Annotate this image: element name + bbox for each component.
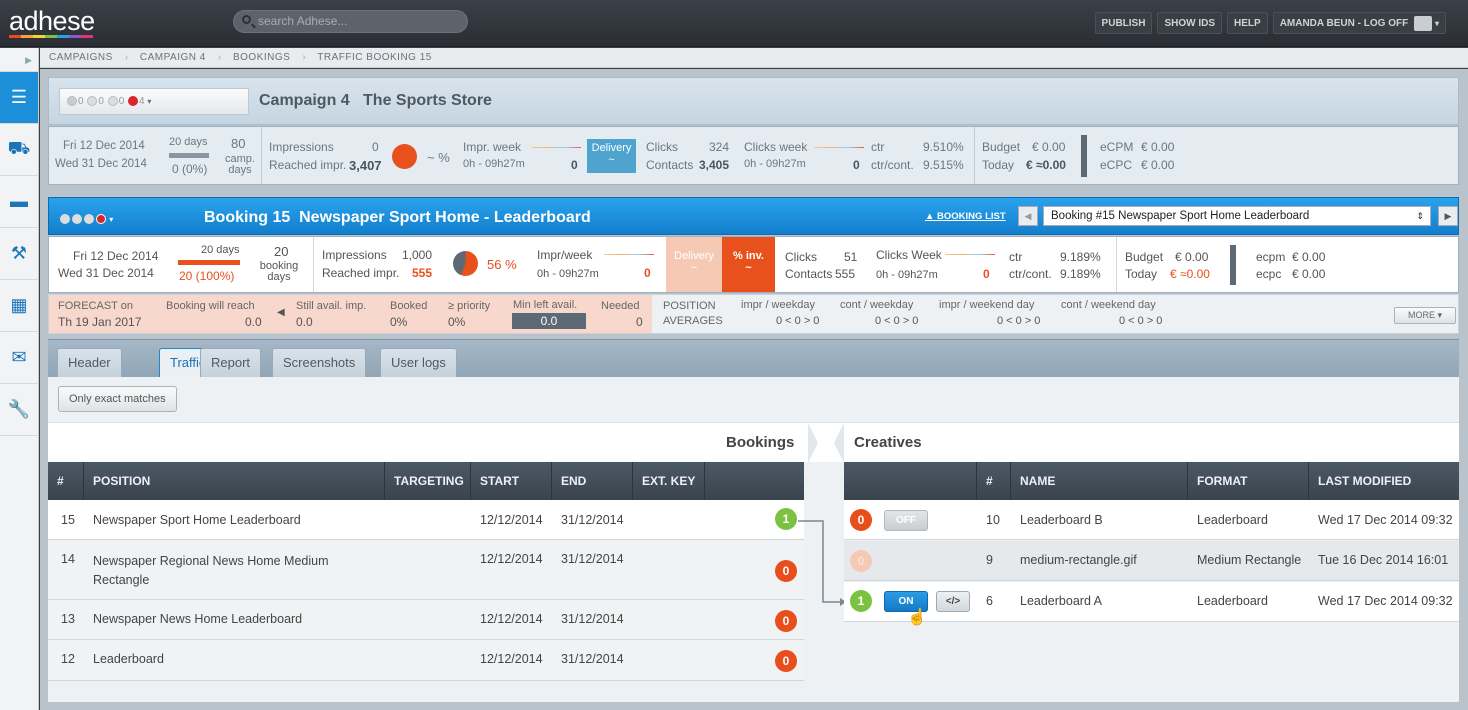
- breadcrumb-campaign[interactable]: CAMPAIGN 4: [140, 52, 206, 63]
- booking-header: ▾ Booking 15 Newspaper Sport Home - Lead…: [48, 197, 1459, 235]
- bookings-section-title: Bookings: [726, 434, 795, 451]
- match-count-badge[interactable]: 0: [775, 610, 797, 632]
- logo-color-bar: [9, 35, 93, 38]
- more-button[interactable]: MORE ▾: [1394, 307, 1456, 324]
- sidebar-item-advertisers[interactable]: ▬: [0, 176, 38, 228]
- booking-status-dropdown[interactable]: ▾: [59, 211, 113, 225]
- section-headers: Bookings Creatives: [48, 422, 1459, 463]
- list-icon: ☰: [10, 87, 28, 107]
- table-row[interactable]: 0 9 medium-rectangle.gif Medium Rectangl…: [844, 541, 1459, 581]
- breadcrumb: CAMPAIGNS › CAMPAIGN 4 › BOOKINGS › TRAFFIC…: [40, 48, 1468, 68]
- briefcase-icon: ▬: [10, 191, 28, 211]
- breadcrumb-campaigns[interactable]: CAMPAIGNS: [49, 52, 113, 63]
- creatives-table-header: # NAME FORMAT LAST MODIFIED: [844, 462, 1459, 500]
- tab-screenshots[interactable]: Screenshots: [272, 348, 367, 378]
- avatar: [1414, 15, 1433, 31]
- tab-report[interactable]: Report: [200, 348, 262, 378]
- adhese-logo[interactable]: adhese: [9, 6, 95, 37]
- prev-booking-button[interactable]: ◀: [1018, 206, 1038, 226]
- next-booking-button[interactable]: ▶: [1438, 206, 1458, 226]
- campaign-delivery-box: Delivery ~: [587, 139, 636, 173]
- hand-cursor-icon: ☝: [907, 609, 927, 626]
- usage-count-badge[interactable]: 1: [850, 590, 872, 612]
- truck-icon: ⛟: [7, 137, 31, 158]
- sidebar-item-messages[interactable]: ✉: [0, 332, 38, 384]
- booking-stats: Fri 12 Dec 2014 Wed 31 Dec 2014 20 days …: [48, 236, 1459, 293]
- campaign-stats: Fri 12 Dec 2014 Wed 31 Dec 2014 20 days …: [48, 126, 1459, 185]
- wrench-icon: 🔧: [7, 399, 31, 419]
- table-row[interactable]: 12 Leaderboard 12/12/2014 31/12/2014 0: [48, 641, 804, 681]
- creatives-section-title: Creatives: [854, 434, 922, 451]
- match-count-badge[interactable]: 0: [775, 560, 797, 582]
- crane-icon: ⚒: [10, 243, 28, 263]
- publish-button[interactable]: PUBLISH: [1094, 12, 1153, 34]
- sidebar: ▶ ☰ ⛟ ▬ ⚒ ▦ ✉ 🔧: [0, 48, 39, 710]
- booking-pct-pie: [453, 251, 478, 276]
- booking-delivery-box: Delivery ~: [666, 237, 722, 292]
- search-icon: [242, 15, 251, 24]
- campaign-header: 0 0 0 4 ▾ Campaign 4 The Sports Store: [48, 77, 1459, 125]
- top-bar: adhese search Adhese... PUBLISH SHOW IDS…: [0, 0, 1468, 47]
- code-icon[interactable]: </>: [936, 591, 970, 612]
- search-input[interactable]: search Adhese...: [233, 10, 468, 33]
- sidebar-item-campaigns[interactable]: ☰: [0, 72, 38, 124]
- booking-title: Booking 15 Newspaper Sport Home - Leader…: [204, 209, 591, 226]
- sidebar-toggle-icon[interactable]: ▶: [0, 48, 38, 72]
- campaign-status-dropdown[interactable]: 0 0 0 4 ▾: [59, 88, 249, 115]
- help-button[interactable]: HELP: [1227, 12, 1268, 34]
- main-area: 0 0 0 4 ▾ Campaign 4 The Sports Store Fr…: [40, 69, 1468, 710]
- mail-icon: ✉: [11, 347, 27, 367]
- user-menu[interactable]: AMANDA BEUN - LOG OFF ▾: [1272, 12, 1446, 34]
- min-left-value: 0.0: [512, 313, 586, 329]
- traffic-panel: Only exact matches Bookings Creatives # …: [48, 377, 1459, 702]
- usage-count-badge[interactable]: 0: [850, 550, 872, 572]
- tab-header[interactable]: Header: [57, 348, 122, 378]
- sidebar-item-delivery[interactable]: ⛟: [0, 124, 38, 176]
- table-row[interactable]: 15 Newspaper Sport Home Leaderboard 12/1…: [48, 500, 804, 540]
- tab-bar: Header Traffic Report Screenshots User l…: [48, 339, 1459, 378]
- booking-select[interactable]: Booking #15 Newspaper Sport Home Leaderb…: [1043, 206, 1431, 226]
- table-row[interactable]: 0 OFF 10 Leaderboard B Leaderboard Wed 1…: [844, 500, 1459, 540]
- table-row[interactable]: 13 Newspaper News Home Leaderboard 12/12…: [48, 601, 804, 640]
- booking-list-link[interactable]: ▲ BOOKING LIST: [925, 211, 1006, 222]
- match-count-badge[interactable]: 0: [775, 650, 797, 672]
- sidebar-item-tools[interactable]: 🔧: [0, 384, 38, 436]
- booking-inv-box: % inv. ~: [722, 237, 775, 292]
- bookings-table-header: # POSITION TARGETING START END EXT. KEY: [48, 462, 804, 500]
- table-row[interactable]: 14 Newspaper Regional News Home Medium R…: [48, 541, 804, 600]
- show-ids-button[interactable]: SHOW IDS: [1157, 12, 1223, 34]
- booking-days-bar: [178, 260, 240, 265]
- chevron-down-icon: ▾: [1434, 19, 1439, 28]
- campaign-days-bar: [169, 153, 209, 158]
- off-toggle[interactable]: OFF: [884, 510, 928, 531]
- forecast-row: FORECAST on Th 19 Jan 2017 Booking will …: [48, 294, 1459, 334]
- table-row[interactable]: 1 ON </> 6 Leaderboard A Leaderboard Wed…: [844, 582, 1459, 622]
- sidebar-item-inventory[interactable]: ⚒: [0, 228, 38, 280]
- usage-count-badge[interactable]: 0: [850, 509, 872, 531]
- tab-user-logs[interactable]: User logs: [380, 348, 457, 378]
- breadcrumb-bookings[interactable]: BOOKINGS: [233, 52, 290, 63]
- campaign-pct-pie: [392, 144, 417, 169]
- link-connector: [798, 520, 846, 606]
- breadcrumb-current: TRAFFIC BOOKING 15: [317, 52, 432, 63]
- match-count-badge[interactable]: 1: [775, 508, 797, 530]
- arrow-left-icon: ◀: [277, 307, 285, 318]
- sidebar-item-calendar[interactable]: ▦: [0, 280, 38, 332]
- campaign-title: Campaign 4 The Sports Store: [259, 92, 492, 109]
- only-exact-matches-button[interactable]: Only exact matches: [58, 386, 177, 412]
- calendar-icon: ▦: [10, 295, 28, 315]
